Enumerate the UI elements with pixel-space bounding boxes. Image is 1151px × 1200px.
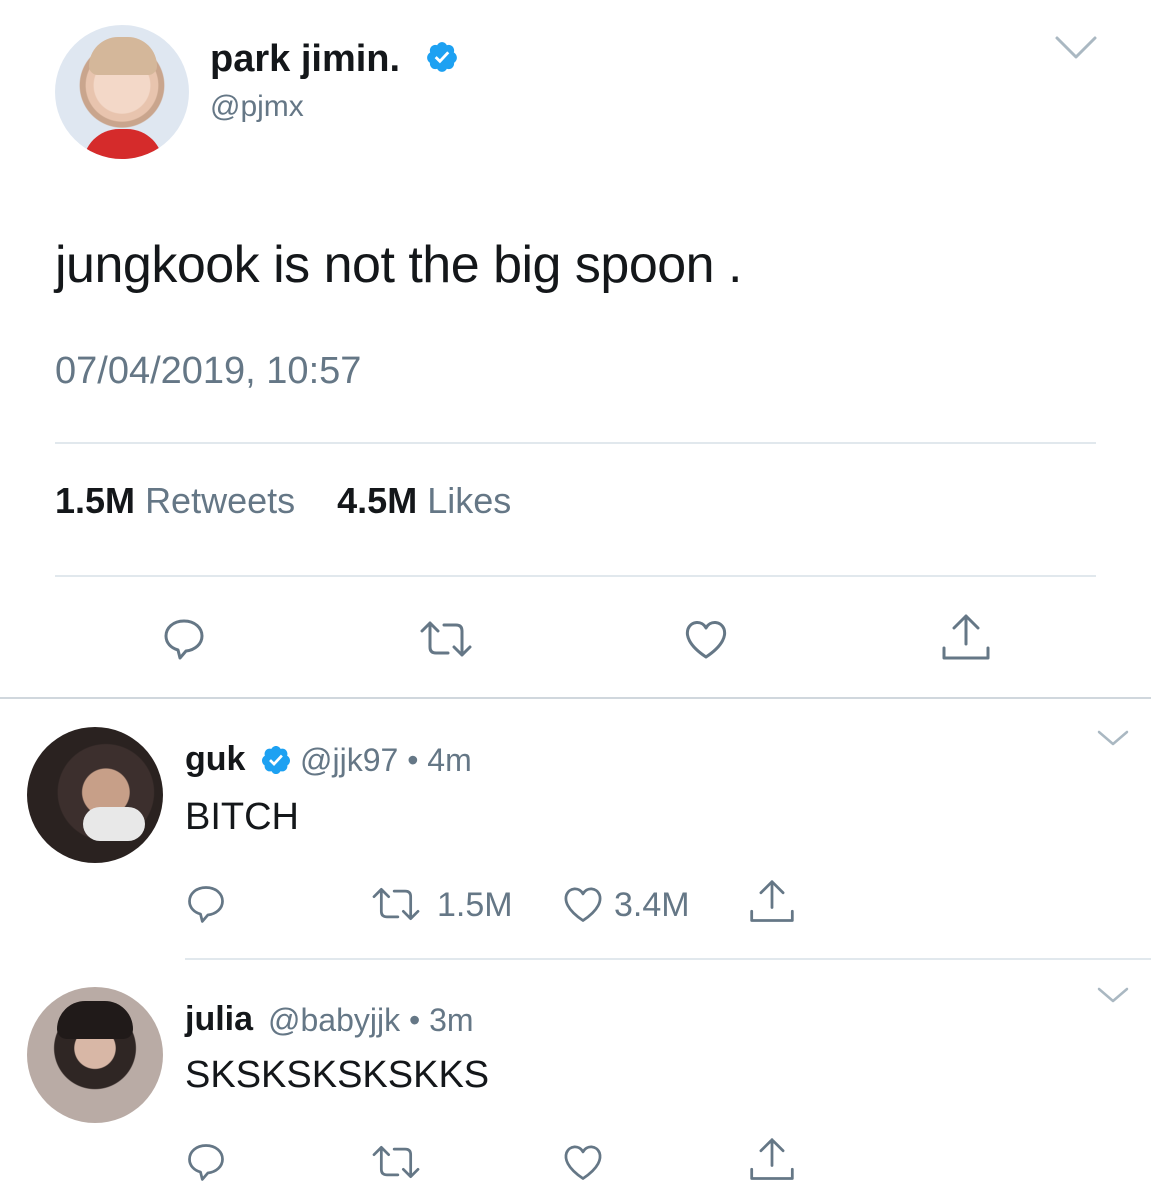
chevron-down-icon[interactable] xyxy=(1096,728,1130,748)
tweet-text: jungkook is not the big spoon . xyxy=(55,236,742,294)
main-avatar[interactable] xyxy=(55,25,189,159)
divider xyxy=(55,575,1096,577)
verified-badge-icon xyxy=(260,744,292,776)
divider xyxy=(185,958,1151,960)
main-tweet: park jimin. @pjmx jungkook is not the bi… xyxy=(0,0,1151,698)
share-icon[interactable] xyxy=(748,1136,796,1189)
retweets-label: Retweets xyxy=(145,480,296,521)
reply-icon[interactable] xyxy=(184,882,228,931)
reply-avatar[interactable] xyxy=(27,987,163,1123)
main-display-name[interactable]: park jimin. xyxy=(210,38,400,81)
retweet-count: 1.5M xyxy=(437,886,513,924)
share-icon[interactable] xyxy=(940,612,992,669)
retweet-icon[interactable] xyxy=(370,1140,422,1189)
reply-text: BITCH xyxy=(185,796,299,838)
retweet-icon[interactable] xyxy=(370,882,422,931)
section-divider xyxy=(0,697,1151,699)
reply-handle-time[interactable]: @jjk97 • 4m xyxy=(300,742,472,779)
reply-icon[interactable] xyxy=(160,615,208,668)
share-icon[interactable] xyxy=(748,878,796,931)
reply-display-name[interactable]: julia xyxy=(185,1000,253,1039)
tweet-timestamp: 07/04/2019, 10:57 xyxy=(55,350,362,392)
main-handle[interactable]: @pjmx xyxy=(210,90,304,124)
chevron-down-icon[interactable] xyxy=(1054,35,1098,61)
retweets-stat[interactable]: 1.5M Retweets xyxy=(55,480,301,521)
divider xyxy=(55,442,1096,444)
reply-text: SKSKSKSKSKKS xyxy=(185,1054,490,1096)
reply-icon[interactable] xyxy=(184,1140,228,1189)
tweet-stats: 1.5M Retweets 4.5M Likes xyxy=(55,480,523,522)
reply-display-name[interactable]: guk xyxy=(185,740,245,779)
likes-stat[interactable]: 4.5M Likes xyxy=(337,480,517,521)
verified-badge-icon xyxy=(425,40,459,74)
like-count: 3.4M xyxy=(614,886,690,924)
retweet-icon[interactable] xyxy=(418,615,474,668)
reply-avatar[interactable] xyxy=(27,727,163,863)
heart-icon[interactable] xyxy=(561,1140,605,1189)
likes-count: 4.5M xyxy=(337,480,418,521)
heart-icon[interactable] xyxy=(682,615,730,668)
heart-icon[interactable] xyxy=(561,882,605,931)
reply-handle-time[interactable]: @babyjjk • 3m xyxy=(268,1002,474,1039)
retweets-count: 1.5M xyxy=(55,480,136,521)
chevron-down-icon[interactable] xyxy=(1096,985,1130,1005)
likes-label: Likes xyxy=(427,480,512,521)
